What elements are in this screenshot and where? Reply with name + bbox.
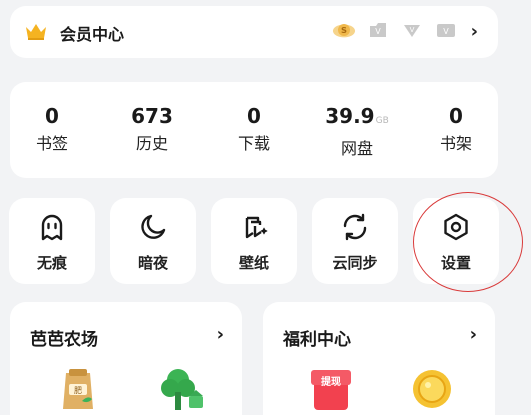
sync-icon bbox=[343, 213, 367, 241]
vip-level-badge-icon: V bbox=[434, 21, 458, 39]
tool-label: 暗夜 bbox=[137, 254, 168, 272]
member-center-title: 会员中心 bbox=[60, 25, 125, 44]
wallpaper-icon bbox=[245, 216, 268, 239]
stat-label: 网盘 bbox=[340, 139, 373, 158]
incognito-button[interactable]: 无痕 bbox=[9, 198, 95, 284]
tree-icon bbox=[161, 369, 203, 410]
stats-panel: 0 书签 673 历史 0 下载 39.9GB 网盘 0 书架 bbox=[10, 82, 498, 178]
chevron-right-icon: › bbox=[469, 324, 477, 345]
stat-unit: GB bbox=[375, 116, 389, 126]
stat-bookmarks[interactable]: 0 书签 bbox=[7, 104, 97, 154]
wallpaper-button[interactable]: 壁纸 bbox=[211, 198, 297, 284]
stat-history[interactable]: 673 历史 bbox=[107, 104, 197, 154]
vip-diamond-badge-icon: V bbox=[400, 21, 424, 39]
stat-value: 39.9GB bbox=[325, 104, 389, 128]
stat-label: 书签 bbox=[35, 134, 68, 153]
welfare-center-card[interactable]: 福利中心 › 提现 bbox=[263, 302, 495, 415]
withdraw-label: 提现 bbox=[321, 377, 341, 388]
settings-hexagon-icon bbox=[444, 213, 468, 241]
tool-label: 设置 bbox=[440, 254, 471, 272]
tool-label: 云同步 bbox=[332, 254, 378, 272]
svip-coin-icon: S bbox=[332, 21, 356, 39]
member-badges: S V V V bbox=[332, 21, 458, 39]
fertilizer-bag-icon: 肥 bbox=[63, 369, 93, 409]
member-center-bar[interactable]: 会员中心 S V V V › bbox=[10, 6, 498, 58]
tool-label: 壁纸 bbox=[238, 254, 269, 272]
svg-text:V: V bbox=[375, 27, 381, 36]
stat-value: 0 bbox=[247, 104, 261, 128]
stat-label: 书架 bbox=[439, 134, 472, 153]
svg-text:V: V bbox=[410, 26, 415, 34]
tool-label: 无痕 bbox=[36, 254, 67, 272]
svg-text:S: S bbox=[341, 25, 347, 35]
stat-value: 673 bbox=[131, 104, 173, 128]
svg-text:肥: 肥 bbox=[74, 386, 82, 395]
stat-cloud-drive[interactable]: 39.9GB 网盘 bbox=[312, 104, 402, 159]
chevron-right-icon: › bbox=[470, 21, 478, 42]
baba-farm-card[interactable]: 芭芭农场 › 肥 bbox=[10, 302, 242, 415]
settings-button[interactable]: 设置 bbox=[413, 198, 499, 284]
stat-bookshelf[interactable]: 0 书架 bbox=[411, 104, 501, 154]
welfare-title: 福利中心 bbox=[283, 330, 351, 350]
svg-text:V: V bbox=[443, 27, 449, 36]
moon-icon bbox=[141, 214, 166, 239]
ghost-icon bbox=[41, 214, 63, 241]
night-mode-button[interactable]: 暗夜 bbox=[110, 198, 196, 284]
chevron-right-icon: › bbox=[216, 324, 224, 345]
stat-label: 历史 bbox=[135, 134, 168, 153]
stat-value: 0 bbox=[45, 104, 59, 128]
stat-label: 下载 bbox=[237, 134, 270, 153]
cloud-sync-button[interactable]: 云同步 bbox=[312, 198, 398, 284]
stat-value: 0 bbox=[449, 104, 463, 128]
crown-icon bbox=[26, 24, 46, 40]
vip-card-badge-icon: V bbox=[366, 21, 390, 39]
stat-downloads[interactable]: 0 下载 bbox=[209, 104, 299, 154]
farm-title: 芭芭农场 bbox=[30, 330, 98, 350]
gold-coin-icon bbox=[413, 370, 451, 408]
